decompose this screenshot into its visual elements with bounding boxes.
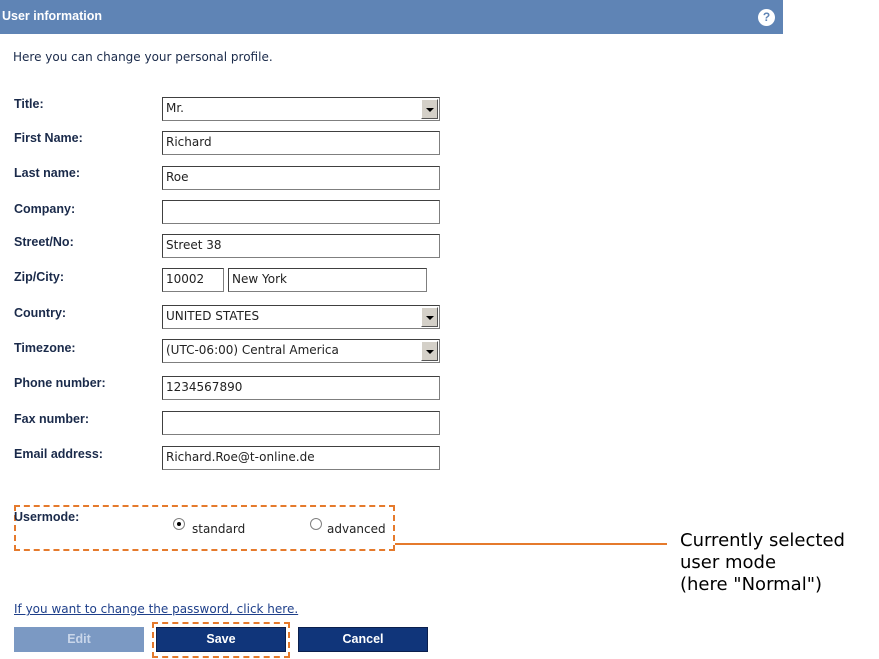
intro-text: Here you can change your personal profil…	[13, 50, 273, 64]
street-label: Street/No:	[14, 235, 74, 249]
user-information-panel: User information ? Here you can change y…	[0, 0, 783, 659]
phone-label: Phone number:	[14, 376, 106, 390]
street-field[interactable]: Street 38	[162, 234, 440, 258]
country-label: Country:	[14, 306, 67, 320]
city-field[interactable]: New York	[228, 268, 427, 292]
save-button[interactable]: Save	[156, 627, 286, 652]
callout-line-3: (here "Normal")	[680, 574, 823, 595]
callout-line	[395, 543, 667, 545]
fax-label: Fax number:	[14, 412, 90, 426]
change-password-link[interactable]: If you want to change the password, clic…	[14, 602, 298, 616]
chevron-down-icon[interactable]	[421, 99, 438, 119]
phone-field[interactable]: 1234567890	[162, 376, 440, 400]
zip-city-label: Zip/City:	[14, 270, 64, 284]
panel-title: User information	[2, 9, 103, 23]
callout-line-1: Currently selected	[680, 530, 845, 551]
zip-field[interactable]: 10002	[162, 268, 224, 292]
radio-advanced[interactable]	[310, 518, 322, 530]
first-name-label: First Name:	[14, 131, 83, 145]
country-select[interactable]: UNITED STATES	[162, 305, 440, 329]
title-select[interactable]: Mr.	[162, 97, 440, 121]
last-name-label: Last name:	[14, 166, 80, 180]
timezone-select[interactable]: (UTC-06:00) Central America	[162, 339, 440, 363]
timezone-label: Timezone:	[14, 341, 76, 355]
usermode-callout: Currently selected user mode (here "Norm…	[680, 530, 845, 596]
radio-standard-label: standard	[192, 522, 246, 536]
edit-button[interactable]: Edit	[14, 627, 144, 652]
panel-header: User information ?	[0, 0, 783, 34]
fax-field[interactable]	[162, 411, 440, 435]
chevron-down-icon[interactable]	[421, 307, 438, 327]
radio-standard[interactable]	[173, 518, 185, 530]
country-select-value: UNITED STATES	[166, 309, 260, 323]
radio-advanced-label: advanced	[327, 522, 386, 536]
company-field[interactable]	[162, 200, 440, 224]
title-select-value: Mr.	[166, 101, 184, 115]
cancel-button[interactable]: Cancel	[298, 627, 428, 652]
last-name-field[interactable]: Roe	[162, 166, 440, 190]
email-label: Email address:	[14, 447, 103, 461]
question-icon[interactable]: ?	[758, 9, 775, 26]
callout-line-2: user mode	[680, 552, 777, 573]
company-label: Company:	[14, 202, 76, 216]
first-name-field[interactable]: Richard	[162, 131, 440, 155]
chevron-down-icon[interactable]	[421, 341, 438, 361]
usermode-label: Usermode:	[14, 510, 80, 524]
email-field[interactable]: Richard.Roe@t-online.de	[162, 446, 440, 470]
timezone-select-value: (UTC-06:00) Central America	[166, 343, 339, 357]
title-label: Title:	[14, 97, 44, 111]
